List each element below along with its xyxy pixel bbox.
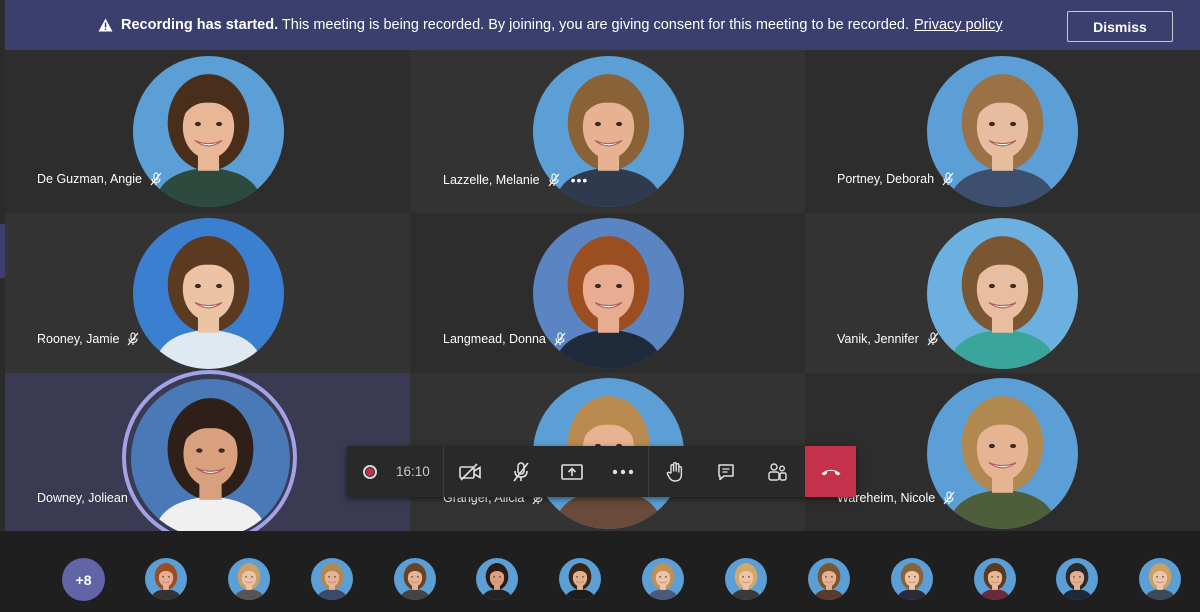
overflow-participants-button[interactable]: +8 <box>62 558 105 601</box>
banner-message: Recording has started. This meeting is b… <box>121 17 909 33</box>
more-actions-button[interactable] <box>597 446 648 497</box>
participant-avatar <box>533 218 684 369</box>
participant-name-label: Vanik, Jennifer <box>837 332 940 346</box>
participant-thumbnail[interactable] <box>1056 558 1098 600</box>
more-icon <box>612 469 633 474</box>
participant-name: De Guzman, Angie <box>37 172 142 186</box>
mic-off-icon <box>927 332 939 346</box>
participant-avatar <box>927 218 1078 369</box>
hang-up-icon <box>821 469 840 475</box>
camera-off-icon <box>458 462 481 481</box>
participant-avatar <box>133 218 284 369</box>
hang-up-button[interactable] <box>805 446 856 497</box>
participant-name: Rooney, Jamie <box>37 332 120 346</box>
participant-thumbnail[interactable] <box>228 558 270 600</box>
record-icon <box>363 464 377 479</box>
mic-off-icon <box>942 172 954 186</box>
participant-thumbnail[interactable] <box>725 558 767 600</box>
mic-off-icon <box>150 172 162 186</box>
meeting-timer: 16:10 <box>396 464 430 479</box>
participant-name: Downey, Joliean <box>37 491 128 505</box>
participant-name: Portney, Deborah <box>837 172 935 186</box>
raise-hand-icon <box>666 461 682 482</box>
chat-button[interactable] <box>700 446 751 497</box>
mic-off-icon <box>554 332 566 346</box>
meeting-control-bar: 16:10 <box>347 446 856 497</box>
dismiss-button[interactable]: Dismiss <box>1067 11 1173 42</box>
mic-off-icon <box>548 173 560 187</box>
participant-avatar <box>131 379 290 538</box>
mic-off-icon <box>943 491 955 505</box>
share-screen-icon <box>560 463 583 480</box>
participant-name-label: Langmead, Donna <box>443 332 567 346</box>
recording-timer-group: 16:10 <box>347 446 443 497</box>
recording-banner: Recording has started. This meeting is b… <box>5 0 1200 50</box>
mic-off-icon <box>512 461 529 481</box>
participant-thumbnail[interactable] <box>891 558 933 600</box>
banner-text: This meeting is being recorded. By joini… <box>281 17 909 33</box>
participant-name-label: De Guzman, Angie <box>37 172 163 186</box>
participant-name: Vanik, Jennifer <box>837 332 919 346</box>
participant-thumbnail[interactable] <box>394 558 436 600</box>
share-screen-button[interactable] <box>546 446 597 497</box>
mic-off-icon <box>128 332 139 346</box>
participant-thumbnail[interactable] <box>559 558 601 600</box>
participant-name-label: Portney, Deborah <box>837 172 955 186</box>
participant-thumbnail[interactable] <box>1139 558 1181 600</box>
warning-icon <box>97 17 113 33</box>
participant-thumbnail[interactable] <box>311 558 353 600</box>
camera-toggle-button[interactable] <box>444 446 495 497</box>
participant-avatar <box>927 378 1078 529</box>
banner-title: Recording has started. <box>121 17 279 33</box>
participant-thumbnail[interactable] <box>808 558 850 600</box>
participant-name: Lazzelle, Melanie <box>443 173 540 187</box>
teams-meeting-window: Recording has started. This meeting is b… <box>0 0 1200 612</box>
participant-more-icon[interactable]: ••• <box>571 172 589 188</box>
raise-hand-button[interactable] <box>649 446 700 497</box>
chat-icon <box>717 463 734 480</box>
participant-name: Langmead, Donna <box>443 332 546 346</box>
participant-thumbnail[interactable] <box>642 558 684 600</box>
participants-icon <box>767 462 787 481</box>
participant-name-label: Lazzelle, Melanie ••• <box>443 172 588 188</box>
participants-button[interactable] <box>751 446 802 497</box>
mic-toggle-button[interactable] <box>495 446 546 497</box>
privacy-policy-link[interactable]: Privacy policy <box>914 17 1003 33</box>
participant-name-label: Downey, Joliean <box>37 491 128 505</box>
participant-name-label: Rooney, Jamie <box>37 332 140 346</box>
participant-thumbnail[interactable] <box>476 558 518 600</box>
participant-thumbnail[interactable] <box>145 558 187 600</box>
participant-thumbnail[interactable] <box>974 558 1016 600</box>
